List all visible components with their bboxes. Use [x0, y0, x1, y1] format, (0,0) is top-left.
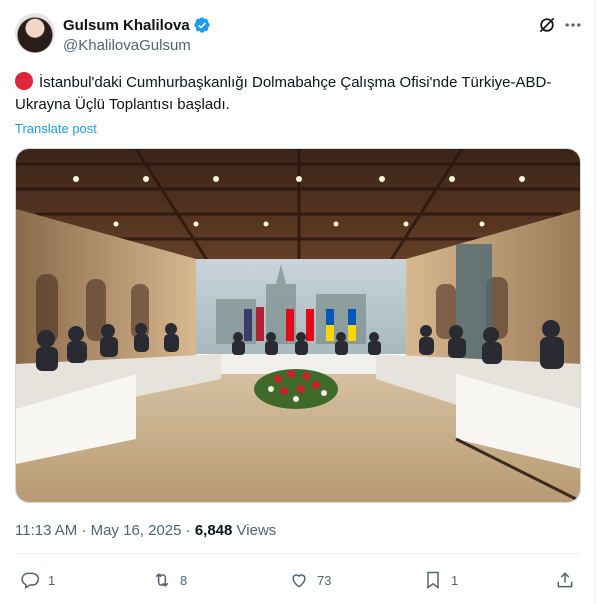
verified-badge-icon [194, 17, 210, 33]
handle[interactable]: @KhalilovaGulsum [63, 37, 211, 54]
views-label: Views [232, 522, 277, 539]
tweet-header: Gulsum Khalilova @KhalilovaGulsum [15, 13, 585, 57]
like-button[interactable]: 73 [289, 570, 331, 590]
author-info: Gulsum Khalilova @KhalilovaGulsum [63, 15, 211, 54]
bookmark-count: 1 [451, 572, 459, 588]
red-circle-icon [15, 72, 33, 90]
name-row: Gulsum Khalilova [63, 15, 211, 35]
tweet-meta: 11:13 AM · May 16, 2025 · 6,848 Views [15, 522, 276, 539]
views-count: 6,848 [194, 522, 233, 539]
timestamp[interactable]: 11:13 AM · May 16, 2025 · [15, 522, 195, 539]
tweet-body: İstanbul'daki Cumhurbaşkanlığı Dolmabahç… [15, 74, 552, 113]
reply-button[interactable]: 1 [20, 570, 55, 590]
action-bar: 1 8 73 1 [15, 570, 580, 594]
share-button[interactable] [555, 570, 575, 590]
share-icon [557, 572, 573, 588]
bookmark-icon [427, 571, 439, 589]
retweet-icon [155, 573, 169, 587]
heart-icon [292, 574, 306, 588]
bookmark-button[interactable]: 1 [423, 570, 458, 590]
translate-link[interactable]: Translate post [15, 121, 97, 136]
divider [15, 553, 580, 554]
more-options-icon[interactable] [563, 15, 583, 35]
retweet-count: 8 [180, 572, 188, 588]
grok-icon[interactable] [537, 15, 557, 35]
tweet-photo[interactable] [15, 148, 581, 503]
retweet-button[interactable]: 8 [152, 570, 187, 590]
like-count: 73 [317, 572, 332, 588]
tweet-text: İstanbul'daki Cumhurbaşkanlığı Dolmabahç… [15, 72, 585, 116]
avatar[interactable] [15, 13, 55, 53]
column-border [594, 0, 595, 604]
display-name[interactable]: Gulsum Khalilova [63, 17, 190, 34]
reply-count: 1 [48, 572, 56, 588]
meeting-room-image [16, 149, 580, 502]
reply-icon [21, 572, 40, 589]
